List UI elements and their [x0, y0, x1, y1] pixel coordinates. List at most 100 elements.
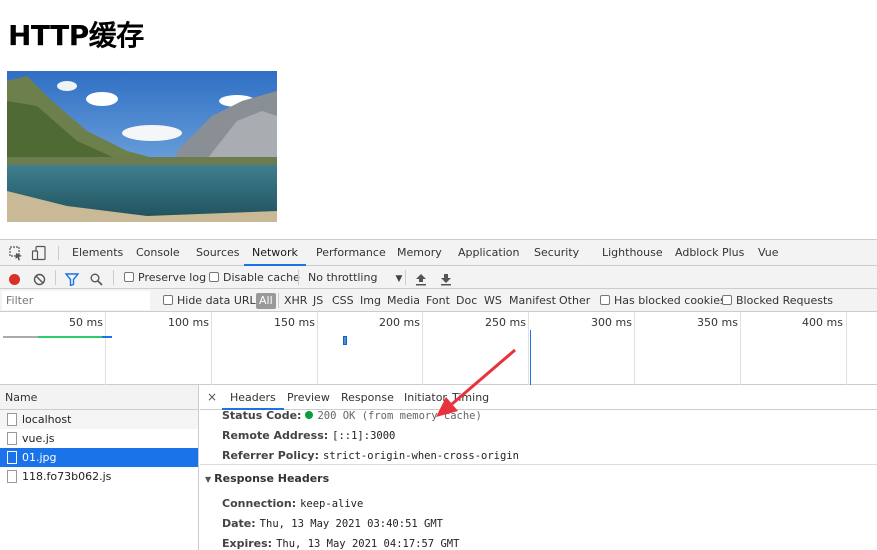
- status-code-value: 200 OK (from memory cache): [317, 410, 482, 422]
- timeline-bar-blue: [102, 336, 112, 338]
- download-icon[interactable]: [440, 271, 452, 286]
- hide-data-urls-checkbox[interactable]: Hide data URLs: [163, 289, 261, 312]
- timeline-gridline: [317, 312, 318, 385]
- close-icon[interactable]: ×: [207, 385, 217, 410]
- status-code-label: Status Code:: [222, 409, 302, 422]
- timeline-gridline: [740, 312, 741, 385]
- request-detail: × Headers Preview Response Initiator Tim…: [200, 385, 877, 550]
- name-column-header[interactable]: Name: [0, 385, 198, 410]
- search-icon[interactable]: [90, 271, 103, 286]
- preserve-log-checkbox[interactable]: Preserve log: [124, 266, 206, 289]
- tab-sources[interactable]: Sources: [194, 240, 242, 266]
- type-filter-js[interactable]: JS: [313, 289, 323, 312]
- type-filter-font[interactable]: Font: [426, 289, 450, 312]
- detail-tab-response[interactable]: Response: [341, 385, 394, 410]
- tab-elements[interactable]: Elements: [70, 240, 125, 266]
- filter-icon[interactable]: [64, 271, 80, 287]
- blocked-requests-checkbox[interactable]: Blocked Requests: [722, 289, 833, 312]
- timeline-overview[interactable]: 50 ms 100 ms 150 ms 200 ms 250 ms 300 ms…: [0, 312, 877, 385]
- connection-line: Connection: keep-alive: [222, 497, 363, 510]
- preserve-log-label: Preserve log: [138, 271, 207, 284]
- toolbar-divider: [55, 270, 56, 285]
- tab-security[interactable]: Security: [532, 240, 581, 266]
- timeline-label: 100 ms: [168, 316, 209, 329]
- request-row[interactable]: vue.js: [0, 429, 198, 448]
- has-blocked-cookies-label: Has blocked cookies: [614, 294, 726, 307]
- detail-tab-headers[interactable]: Headers: [222, 385, 284, 410]
- request-name: 118.fo73b062.js: [22, 470, 112, 483]
- timeline-bar-green: [38, 336, 102, 338]
- request-row[interactable]: localhost: [0, 410, 198, 429]
- timeline-label: 250 ms: [485, 316, 526, 329]
- response-headers-toggle[interactable]: ▼ Response Headers: [205, 472, 329, 485]
- upload-icon[interactable]: [415, 271, 427, 286]
- file-icon: [7, 470, 17, 483]
- filter-input[interactable]: [2, 291, 150, 310]
- has-blocked-cookies-checkbox[interactable]: Has blocked cookies: [600, 289, 726, 312]
- triangle-icon: ▼: [205, 475, 212, 484]
- toolbar-divider: [113, 270, 114, 285]
- section-divider: [200, 464, 877, 465]
- devtools-panel: Elements Console Sources Network Perform…: [0, 239, 877, 550]
- status-ok-dot: [305, 411, 314, 419]
- timeline-gridline: [105, 312, 106, 385]
- file-icon: [7, 432, 17, 445]
- timeline-label: 200 ms: [379, 316, 420, 329]
- type-filter-all[interactable]: All: [256, 293, 276, 309]
- device-toggle-icon[interactable]: [31, 245, 47, 261]
- date-label: Date:: [222, 517, 256, 530]
- tab-lighthouse[interactable]: Lighthouse: [600, 240, 665, 266]
- disable-cache-label: Disable cache: [223, 271, 300, 284]
- chevron-down-icon: ▼: [395, 274, 403, 284]
- detail-tab-initiator[interactable]: Initiator: [404, 385, 447, 410]
- page-title: HTTP缓存: [8, 19, 144, 52]
- type-filter-img[interactable]: Img: [360, 289, 381, 312]
- network-filterbar: Hide data URLs All XHR JS CSS Img Media …: [0, 289, 877, 312]
- request-row-selected[interactable]: 01.jpg: [0, 448, 198, 467]
- expires-value: Thu, 13 May 2021 04:17:57 GMT: [276, 538, 460, 550]
- type-filter-doc[interactable]: Doc: [456, 289, 477, 312]
- file-icon: [7, 451, 17, 464]
- inspect-icon[interactable]: [8, 245, 24, 261]
- type-filter-manifest[interactable]: Manifest: [509, 289, 556, 312]
- timeline-gridline: [422, 312, 423, 385]
- request-name: vue.js: [22, 432, 55, 445]
- tab-memory[interactable]: Memory: [395, 240, 444, 266]
- type-filter-media[interactable]: Media: [387, 289, 420, 312]
- type-filter-other[interactable]: Other: [559, 289, 590, 312]
- connection-value: keep-alive: [300, 498, 364, 510]
- disable-cache-checkbox[interactable]: Disable cache: [209, 266, 300, 289]
- date-line: Date: Thu, 13 May 2021 03:40:51 GMT: [222, 517, 443, 530]
- clear-icon[interactable]: [33, 271, 46, 286]
- throttling-select[interactable]: No throttling ▼: [308, 266, 402, 289]
- tab-application[interactable]: Application: [456, 240, 521, 266]
- type-filter-xhr[interactable]: XHR: [284, 289, 307, 312]
- detail-tabbar: × Headers Preview Response Initiator Tim…: [200, 385, 877, 410]
- request-row[interactable]: 118.fo73b062.js: [0, 467, 198, 486]
- timeline-gridline: [634, 312, 635, 385]
- checkbox-box: [163, 295, 173, 305]
- remote-address-label: Remote Address:: [222, 429, 329, 442]
- tab-console[interactable]: Console: [134, 240, 182, 266]
- timeline-gridline: [846, 312, 847, 385]
- request-list: Name localhost vue.js 01.jpg 118.fo73b06…: [0, 385, 199, 550]
- detail-tab-timing[interactable]: Timing: [452, 385, 489, 410]
- blocked-requests-label: Blocked Requests: [736, 294, 834, 307]
- timeline-label: 50 ms: [69, 316, 103, 329]
- network-toolbar: Preserve log Disable cache No throttling…: [0, 266, 877, 289]
- tab-performance[interactable]: Performance: [314, 240, 388, 266]
- timeline-label: 150 ms: [274, 316, 315, 329]
- lake-photo: [7, 71, 277, 222]
- tab-vue[interactable]: Vue: [756, 240, 781, 266]
- detail-tab-preview[interactable]: Preview: [287, 385, 330, 410]
- type-filter-ws[interactable]: WS: [484, 289, 502, 312]
- devtools-tabbar: Elements Console Sources Network Perform…: [0, 240, 877, 266]
- type-filter-css[interactable]: CSS: [332, 289, 354, 312]
- tab-adblock-plus[interactable]: Adblock Plus: [673, 240, 746, 266]
- timeline-gridline: [528, 312, 529, 385]
- timeline-dom-marker: [530, 330, 531, 385]
- tab-network[interactable]: Network: [244, 240, 306, 266]
- timeline-label: 300 ms: [591, 316, 632, 329]
- record-icon[interactable]: [8, 271, 21, 285]
- connection-label: Connection:: [222, 497, 297, 510]
